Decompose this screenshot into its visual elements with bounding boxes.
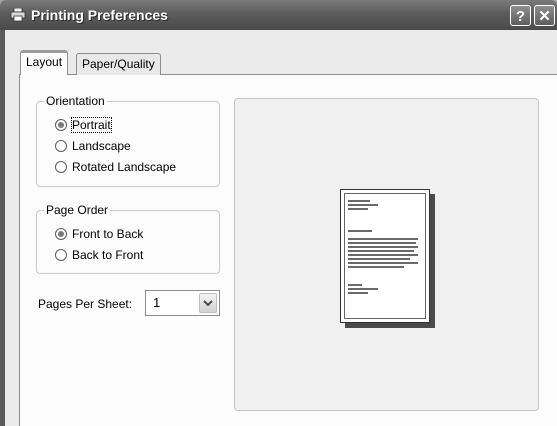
pages-per-sheet-select[interactable]: 1 bbox=[145, 290, 220, 316]
printer-icon bbox=[10, 7, 26, 22]
text-line bbox=[348, 250, 414, 252]
text-line bbox=[348, 230, 372, 232]
radio-rotated-landscape[interactable]: Rotated Landscape bbox=[55, 158, 176, 176]
radio-unchecked-icon bbox=[55, 248, 67, 261]
radio-back-to-front[interactable]: Back to Front bbox=[55, 246, 143, 264]
text-line bbox=[348, 238, 418, 240]
pages-per-sheet-value: 1 bbox=[153, 295, 161, 310]
text-line bbox=[348, 208, 368, 210]
close-button[interactable]: ✕ bbox=[534, 5, 555, 26]
text-line bbox=[348, 242, 416, 244]
text-line bbox=[348, 204, 378, 206]
radio-portrait[interactable]: Portrait bbox=[55, 116, 112, 134]
help-button[interactable]: ? bbox=[510, 5, 531, 26]
radio-unchecked-icon bbox=[55, 139, 67, 152]
front-to-back-label: Front to Back bbox=[72, 227, 144, 241]
window-title: Printing Preferences bbox=[31, 7, 168, 23]
chevron-down-icon[interactable] bbox=[199, 293, 217, 313]
window-border bbox=[0, 30, 5, 426]
text-line bbox=[348, 288, 378, 290]
page-preview bbox=[340, 189, 430, 323]
text-line bbox=[348, 258, 410, 260]
pages-per-sheet-label: Pages Per Sheet: bbox=[38, 297, 133, 311]
radio-checked-icon bbox=[55, 118, 67, 131]
radio-landscape[interactable]: Landscape bbox=[55, 137, 131, 155]
rotated-landscape-label: Rotated Landscape bbox=[72, 160, 177, 174]
page-order-legend: Page Order bbox=[44, 203, 111, 217]
text-line bbox=[348, 266, 404, 268]
text-line bbox=[348, 254, 418, 256]
text-line bbox=[348, 246, 418, 248]
tab-layout[interactable]: Layout bbox=[20, 50, 69, 75]
text-line bbox=[348, 200, 370, 202]
radio-unchecked-icon bbox=[55, 160, 67, 173]
text-line bbox=[348, 292, 368, 294]
radio-checked-icon bbox=[55, 227, 67, 240]
page-preview-content bbox=[344, 193, 426, 319]
printing-preferences-window: Printing Preferences ? ✕ Layout Paper/Qu… bbox=[0, 0, 557, 426]
landscape-label: Landscape bbox=[72, 139, 131, 153]
radio-front-to-back[interactable]: Front to Back bbox=[55, 225, 143, 243]
text-line bbox=[348, 284, 362, 286]
back-to-front-label: Back to Front bbox=[72, 248, 144, 262]
tab-paper-quality[interactable]: Paper/Quality bbox=[76, 53, 161, 75]
title-bar[interactable]: Printing Preferences ? ✕ bbox=[0, 0, 557, 30]
orientation-legend: Orientation bbox=[44, 94, 107, 108]
text-line bbox=[348, 262, 418, 264]
portrait-label: Portrait bbox=[71, 117, 112, 133]
